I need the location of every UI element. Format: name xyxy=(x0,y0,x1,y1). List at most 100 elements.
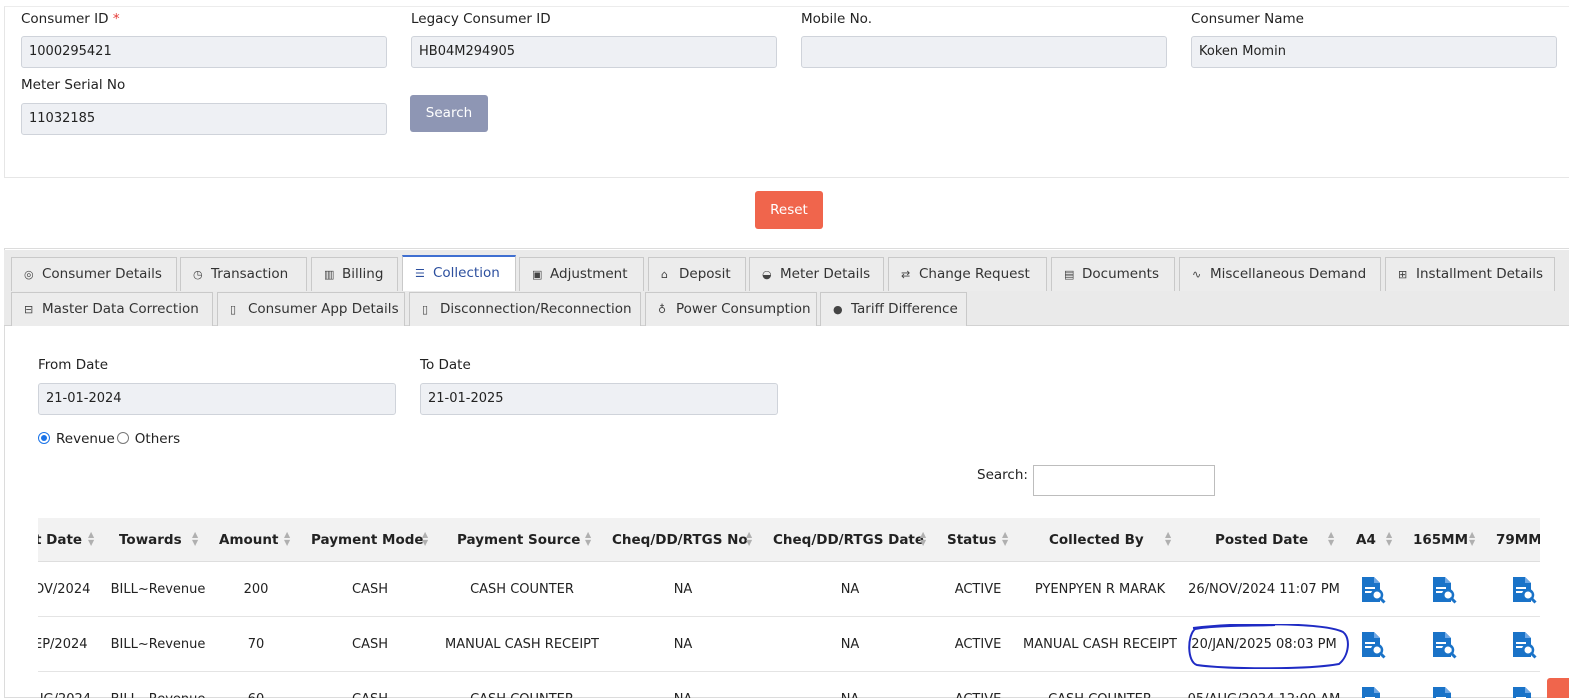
cell-collected-by: CASH COUNTER xyxy=(1020,672,1180,698)
sort-icon[interactable]: ▲ ▼ xyxy=(585,531,591,547)
col-cheque-no[interactable]: Cheq/DD/RTGS No xyxy=(612,518,748,562)
col-79mm[interactable]: 79MM xyxy=(1496,518,1540,562)
tab-meter-details[interactable]: ◒ Meter Details xyxy=(749,257,884,291)
consumer-search-card xyxy=(4,6,1569,178)
sort-icon[interactable]: ▲ ▼ xyxy=(88,531,94,547)
table-header: t Date ▲ ▼ Towards ▲ ▼ Amount ▲ ▼ Payment M… xyxy=(38,518,1540,562)
tab-tariff-difference[interactable]: ● Tariff Difference xyxy=(820,292,967,326)
print-79mm-icon[interactable] xyxy=(1511,631,1537,659)
print-a4-icon[interactable] xyxy=(1360,576,1386,604)
col-receipt-date[interactable]: t Date xyxy=(38,518,82,562)
tab-change-request[interactable]: ⇄ Change Request xyxy=(888,257,1047,291)
col-posted-date[interactable]: Posted Date xyxy=(1215,518,1308,562)
others-radio[interactable] xyxy=(116,432,129,444)
tab-deposit[interactable]: ⌂ Deposit xyxy=(648,257,746,291)
print-79mm-icon[interactable] xyxy=(1511,686,1537,698)
tab-documents[interactable]: ▤ Documents xyxy=(1051,257,1175,291)
cell-posted-date: 05/AUG/2024 12:00 AM xyxy=(1184,672,1344,698)
sort-icon[interactable]: ▲ ▼ xyxy=(1386,531,1392,547)
speedometer-icon: ◒ xyxy=(762,268,772,281)
to-date-label: To Date xyxy=(420,357,471,373)
print-165mm-icon[interactable] xyxy=(1431,576,1457,604)
col-cheque-date[interactable]: Cheq/DD/RTGS Date xyxy=(773,518,924,562)
from-date-label: From Date xyxy=(38,357,109,373)
sort-icon[interactable]: ▲ ▼ xyxy=(192,531,198,547)
col-collected-by[interactable]: Collected By xyxy=(1049,518,1144,562)
sort-icon[interactable]: ▲ ▼ xyxy=(422,531,428,547)
tab-billing[interactable]: ▥ Billing xyxy=(311,257,398,291)
sort-icon[interactable]: ▲ ▼ xyxy=(1002,531,1008,547)
tab-adjustment[interactable]: ▣ Adjustment xyxy=(519,257,644,291)
tab-master-data-correction[interactable]: ⊟ Master Data Correction xyxy=(11,292,213,326)
col-payment-mode[interactable]: Payment Mode xyxy=(311,518,424,562)
legacy-consumer-id-input[interactable]: HB04M294905 xyxy=(411,36,777,68)
pulse-icon: ∿ xyxy=(1192,268,1202,281)
cell-payment-source: CASH COUNTER xyxy=(442,672,602,698)
circle-icon: ● xyxy=(833,303,843,316)
cell-towards: BILL~Revenue xyxy=(110,637,206,652)
sort-icon[interactable]: ▲ ▼ xyxy=(1469,531,1475,547)
tab-transaction[interactable]: ◷ Transaction xyxy=(180,257,307,291)
from-date-input[interactable]: 21-01-2024 xyxy=(38,383,396,415)
cell-status: ACTIVE xyxy=(954,582,1002,597)
print-165mm-icon[interactable] xyxy=(1431,631,1457,659)
sort-icon[interactable]: ▲ ▼ xyxy=(284,531,290,547)
print-a4-icon[interactable] xyxy=(1360,631,1386,659)
cell-towards: BILL~Revenue xyxy=(110,582,206,597)
revenue-radio-label: Revenue xyxy=(56,431,115,447)
search-button[interactable]: Search xyxy=(410,95,488,132)
phone-icon: ▯ xyxy=(422,303,429,316)
print-a4-icon[interactable] xyxy=(1360,686,1386,698)
cell-receipt-date: OV/2024 xyxy=(38,582,91,597)
consumer-name-input[interactable]: Koken Momin xyxy=(1191,36,1557,68)
table-search-input[interactable] xyxy=(1033,465,1215,496)
table-search-label: Search: xyxy=(977,467,1028,483)
bulb-icon: ♁ xyxy=(658,303,667,316)
sort-icon[interactable]: ▲ ▼ xyxy=(746,531,752,547)
meter-serial-input[interactable]: 11032185 xyxy=(21,103,387,135)
tab-miscellaneous-demand[interactable]: ∿ Miscellaneous Demand xyxy=(1179,257,1381,291)
cell-posted-date: 20/JAN/2025 08:03 PM xyxy=(1191,637,1337,652)
col-a4[interactable]: A4 xyxy=(1356,518,1376,562)
consumer-id-input[interactable]: 1000295421 xyxy=(21,36,387,68)
print-165mm-icon[interactable] xyxy=(1431,686,1457,698)
col-towards[interactable]: Towards xyxy=(119,518,182,562)
to-date-input[interactable]: 21-01-2025 xyxy=(420,383,778,415)
cell-payment-source: MANUAL CASH RECEIPT xyxy=(445,637,599,652)
tab-collection[interactable]: ☰ Collection xyxy=(402,255,516,291)
scroll-top-button[interactable] xyxy=(1547,678,1569,698)
cell-cheque-date: NA xyxy=(805,672,895,698)
col-status[interactable]: Status xyxy=(947,518,996,562)
cell-cheque-date: NA xyxy=(840,582,860,597)
table-row: EP/2024 BILL~Revenue 70 CASH MANUAL CASH… xyxy=(38,617,1540,672)
tab-power-consumption[interactable]: ♁ Power Consumption xyxy=(645,292,817,326)
tab-consumer-app-details[interactable]: ▯ Consumer App Details xyxy=(217,292,405,326)
tab-installment-details[interactable]: ⊞ Installment Details xyxy=(1385,257,1555,291)
sort-icon[interactable]: ▲ ▼ xyxy=(1165,531,1171,547)
target-icon: ◎ xyxy=(24,268,34,281)
col-amount[interactable]: Amount xyxy=(219,518,278,562)
revenue-radio[interactable] xyxy=(38,432,50,444)
cell-posted-date: 26/NOV/2024 11:07 PM xyxy=(1188,582,1340,597)
print-79mm-icon[interactable] xyxy=(1511,576,1537,604)
reset-button[interactable]: Reset xyxy=(755,191,823,229)
col-payment-source[interactable]: Payment Source xyxy=(457,518,580,562)
collection-type-radio-group: Revenue Others xyxy=(38,431,180,447)
cell-payment-mode: CASH xyxy=(352,637,388,652)
cell-receipt-date: UG/2024 xyxy=(38,672,94,698)
cell-amount: 200 xyxy=(243,582,269,597)
mobile-no-input[interactable] xyxy=(801,36,1167,68)
cell-collected-by: PYENPYEN R MARAK xyxy=(1034,582,1166,597)
cell-cheque-no: NA xyxy=(673,637,693,652)
sort-icon[interactable]: ▲ ▼ xyxy=(1328,531,1334,547)
list-icon: ☰ xyxy=(415,267,425,280)
clock-icon: ◷ xyxy=(193,268,203,281)
cell-amount: 70 xyxy=(247,637,265,652)
table-row: UG/2024 BILL~Revenue 60 CASH CASH COUNTE… xyxy=(38,672,1540,698)
mobile-no-label: Mobile No. xyxy=(801,11,872,27)
tab-disconnection-reconnection[interactable]: ▯ Disconnection/Reconnection xyxy=(409,292,641,326)
phone-icon: ▯ xyxy=(230,303,237,316)
col-165mm[interactable]: 165MM xyxy=(1413,518,1468,562)
sort-icon[interactable]: ▲ ▼ xyxy=(920,531,926,547)
tab-consumer-details[interactable]: ◎ Consumer Details xyxy=(11,257,177,291)
